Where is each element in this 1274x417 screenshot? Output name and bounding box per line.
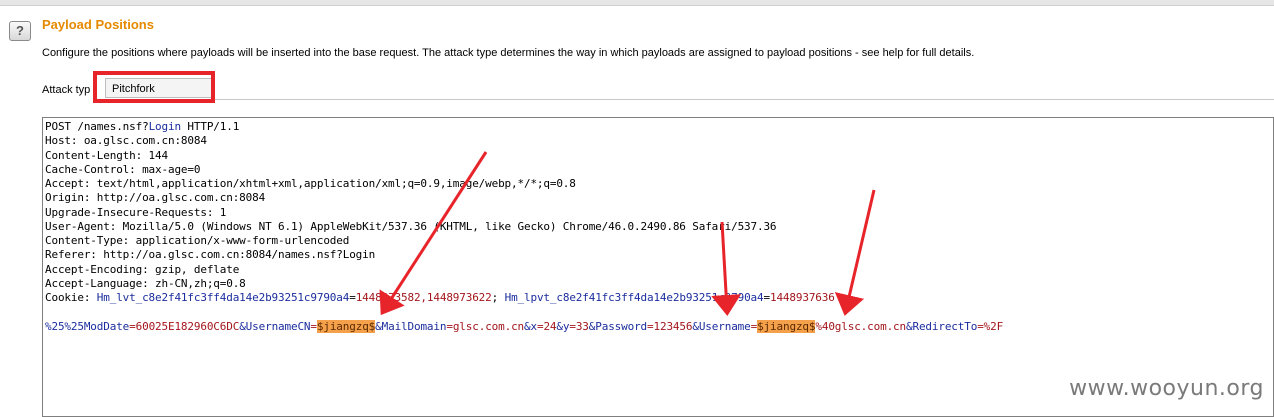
header-cookie: Cookie: Hm_lvt_c8e2f41fc3ff4da14e2b93251…: [45, 291, 1003, 305]
attack-type-label: Attack typ: [42, 84, 91, 96]
param-name: &RedirectTo: [906, 319, 978, 333]
header-cache-control: Cache-Control: max-age=0: [45, 162, 201, 176]
param-value: =60025E182960C6DC: [129, 319, 240, 333]
request-line: POST /names.nsf?Login HTTP/1.1: [45, 120, 1003, 134]
cookie-label: Cookie:: [45, 291, 97, 304]
param-value: =123456: [647, 319, 693, 333]
param-name: &Username: [692, 319, 751, 333]
header-content-length: Content-Length: 144: [45, 148, 168, 162]
help-icon[interactable]: ?: [9, 21, 31, 41]
section-title: Payload Positions: [42, 17, 154, 32]
header-referer: Referer: http://oa.glsc.com.cn:8084/name…: [45, 248, 376, 262]
request-line-method: POST /names.nsf?: [45, 120, 149, 133]
payload-position-marker[interactable]: $jiangzq$: [316, 319, 375, 333]
header-accept-language: Accept-Language: zh-CN,zh;q=0.8: [45, 276, 246, 290]
param-eq: =: [310, 319, 317, 333]
header-content-type: Content-Type: application/x-www-form-url…: [45, 234, 350, 247]
payload-position-marker[interactable]: $jiangzq$: [757, 319, 816, 333]
request-body: %25%25ModDate=60025E182960C6DC&UsernameC…: [45, 319, 1004, 334]
param-value: =24: [536, 319, 557, 333]
param-name: %25%25ModDate: [45, 319, 130, 333]
header-accept: Accept: text/html,application/xhtml+xml,…: [45, 177, 576, 190]
section-description: Configure the positions where payloads w…: [42, 47, 975, 59]
divider: [215, 99, 1274, 100]
request-line-version: HTTP/1.1: [180, 120, 240, 133]
cookie-sep: ;: [491, 291, 505, 304]
param-name: &MailDomain: [375, 319, 447, 333]
cookie-name: Hm_lvt_c8e2f41fc3ff4da14e2b93251c9790a4: [96, 291, 350, 304]
param-name: &Password: [588, 319, 648, 333]
param-value: =glsc.com.cn: [446, 319, 525, 333]
param-name: &UsernameCN: [239, 319, 311, 333]
header-user-agent: User-Agent: Mozilla/5.0 (Windows NT 6.1)…: [45, 219, 777, 233]
param-value: %40glsc.com.cn: [815, 319, 906, 333]
top-strip: [0, 0, 1274, 6]
header-origin: Origin: http://oa.glsc.com.cn:8084: [45, 191, 266, 205]
request-line-param: Login: [148, 120, 182, 133]
header-host: Host: oa.glsc.com.cn:8084: [45, 134, 207, 148]
param-value: =33: [569, 319, 589, 333]
watermark: www.wooyun.org: [1069, 376, 1264, 401]
param-name: &y: [556, 319, 570, 333]
cookie-value: 1448873582,1448973622: [355, 291, 492, 304]
param-name: &x: [524, 319, 537, 333]
request-text: POST /names.nsf?Login HTTP/1.1 Host: oa.…: [45, 120, 1003, 334]
attack-type-dropdown[interactable]: Pitchfork: [105, 78, 213, 98]
cookie-name: Hm_lpvt_c8e2f41fc3ff4da14e2b93251c9790a4: [504, 291, 764, 304]
header-accept-encoding: Accept-Encoding: gzip, deflate: [45, 262, 240, 276]
param-value: =%2F: [977, 319, 1004, 333]
cookie-value: 1448937636: [769, 291, 835, 304]
header-upgrade: Upgrade-Insecure-Requests: 1: [45, 205, 227, 219]
